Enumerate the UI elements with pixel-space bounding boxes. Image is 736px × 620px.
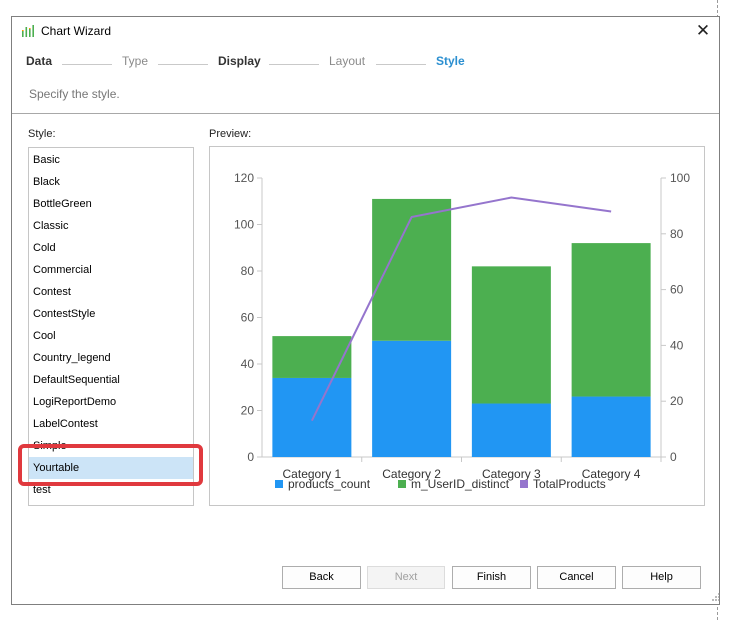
step-connector xyxy=(158,64,208,65)
finish-button[interactable]: Finish xyxy=(452,566,531,589)
legend-label: m_UserID_distinct xyxy=(411,477,510,491)
bar-m-userid-distinct xyxy=(372,198,452,341)
style-label: Style: xyxy=(28,128,56,140)
resize-grip-icon[interactable] xyxy=(711,590,721,604)
y-right-tick-label: 0 xyxy=(670,450,677,464)
y-left-tick-label: 120 xyxy=(234,171,254,185)
next-button[interactable]: Next xyxy=(367,566,445,589)
style-list-item[interactable]: Contest xyxy=(29,281,193,303)
style-list-item[interactable]: Basic xyxy=(29,149,193,171)
back-button[interactable]: Back xyxy=(282,566,361,589)
style-list-item[interactable]: Black xyxy=(29,171,193,193)
legend-label: products_count xyxy=(288,477,371,491)
bar-m-userid-distinct xyxy=(272,336,352,378)
preview-label: Preview: xyxy=(209,128,252,140)
y-right-tick-label: 100 xyxy=(670,171,690,185)
bar-products-count xyxy=(471,403,551,457)
line-totalproducts xyxy=(310,196,612,422)
bar-products-count xyxy=(272,377,352,457)
chart-preview: 0 20 40 60 80 100 120 0 20 40 60 80 100 Category 1 Cat… xyxy=(209,146,705,506)
legend-swatch-products-count xyxy=(275,480,283,488)
y-right-tick-label: 80 xyxy=(670,227,684,241)
close-button[interactable]: ✕ xyxy=(692,21,714,43)
y-right-tick-label: 40 xyxy=(670,338,684,352)
style-list-item[interactable]: Commercial xyxy=(29,259,193,281)
y-left-tick-label: 100 xyxy=(234,218,254,232)
style-list-item[interactable]: Cold xyxy=(29,237,193,259)
legend-swatch-totalproducts xyxy=(520,480,528,488)
header-divider xyxy=(12,113,719,114)
step-connector xyxy=(269,64,319,65)
style-list-item[interactable]: Cool xyxy=(29,325,193,347)
y-left-tick-label: 80 xyxy=(241,264,255,278)
step-style: Style xyxy=(436,54,465,68)
legend-swatch-m-userid-distinct xyxy=(398,480,406,488)
bar-m-userid-distinct xyxy=(471,266,551,404)
style-list-item[interactable]: LogiReportDemo xyxy=(29,391,193,413)
y-right-tick-label: 60 xyxy=(670,283,684,297)
step-layout: Layout xyxy=(329,54,366,68)
wizard-steps: Data Type Display Layout Style xyxy=(12,54,719,74)
step-type: Type xyxy=(122,54,149,68)
bar-products-count xyxy=(571,396,651,457)
help-button[interactable]: Help xyxy=(622,566,701,589)
selection-highlight-box xyxy=(18,444,203,486)
style-list-item[interactable]: Country_legend xyxy=(29,347,193,369)
chart-svg: 020406080100120020406080100Category 1 Cat… xyxy=(234,171,690,491)
bar-chart-icon xyxy=(22,25,34,37)
y-left-tick-label: 60 xyxy=(241,311,255,325)
y-left-tick-label: 20 xyxy=(241,404,255,418)
style-list-item[interactable]: ContestStyle xyxy=(29,303,193,325)
step-connector xyxy=(62,64,112,65)
style-list-item[interactable]: LabelContest xyxy=(29,413,193,435)
y-right-tick-label: 20 xyxy=(670,394,684,408)
step-description: Specify the style. xyxy=(29,87,120,101)
window-title: Chart Wizard xyxy=(41,24,112,38)
legend-label: TotalProducts xyxy=(533,477,606,491)
cancel-button[interactable]: Cancel xyxy=(537,566,616,589)
style-list-item[interactable]: Classic xyxy=(29,215,193,237)
chart-wizard-dialog: Chart Wizard ✕ Data Type Display Layout … xyxy=(11,16,720,605)
step-data: Data xyxy=(26,54,53,68)
title-bar: Chart Wizard ✕ xyxy=(12,17,719,47)
bar-m-userid-distinct xyxy=(571,243,651,397)
style-list-item[interactable]: DefaultSequential xyxy=(29,369,193,391)
y-left-tick-label: 40 xyxy=(241,357,255,371)
bar-products-count xyxy=(372,340,452,457)
y-left-tick-label: 0 xyxy=(247,450,254,464)
style-list-item[interactable]: BottleGreen xyxy=(29,193,193,215)
step-display: Display xyxy=(218,54,261,68)
step-connector xyxy=(376,64,426,65)
close-icon: ✕ xyxy=(695,21,711,40)
